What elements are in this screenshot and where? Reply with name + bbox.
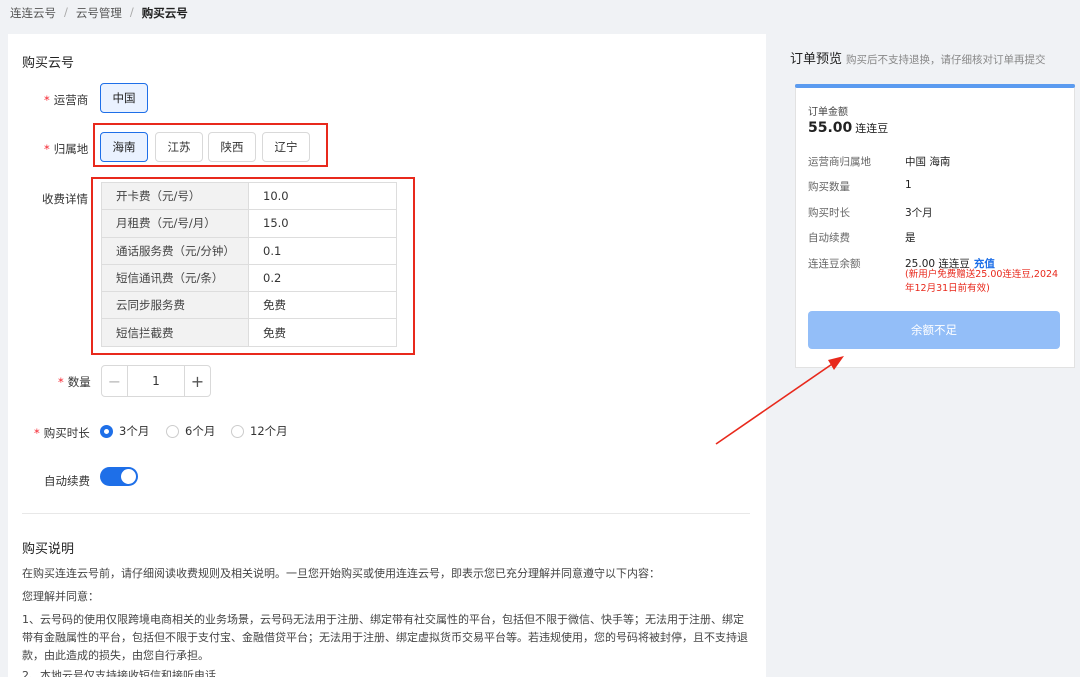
required-mark: *: [44, 93, 50, 107]
purchase-notes-title: 购买说明: [22, 542, 75, 557]
order-row-value: 中国 海南: [905, 156, 951, 168]
order-preview-header: 订单预览 购买后不支持退换，请仔细核对订单再提交: [790, 48, 1080, 67]
duration-option-label: 3个月: [119, 424, 150, 438]
quantity-stepper: − 1 +: [101, 365, 211, 397]
region-option-hainan[interactable]: 海南: [100, 132, 148, 162]
duration-label: * 购买时长: [34, 425, 90, 441]
order-preview-title-text: 订单预览: [790, 52, 843, 67]
fee-row: 月租费（元/号/月） 15.0: [101, 209, 397, 238]
purchase-notes-item-1: 1、云号码的使用仅限跨境电商相关的业务场景，云号码无法用于注册、绑定带有社交属性…: [22, 613, 748, 662]
fee-value: 0.2: [248, 263, 397, 293]
order-row-label: 购买时长: [808, 207, 850, 219]
breadcrumb: 连连云号 / 云号管理 / 购买云号: [10, 5, 188, 21]
divider: [22, 513, 750, 514]
submit-button-insufficient-balance[interactable]: 余额不足: [808, 311, 1060, 349]
region-option-jiangsu[interactable]: 江苏: [155, 132, 203, 162]
quantity-input[interactable]: 1: [128, 366, 184, 396]
breadcrumb-separator: /: [64, 5, 68, 19]
breadcrumb-item[interactable]: 连连云号: [10, 5, 56, 21]
increment-button[interactable]: +: [184, 366, 210, 396]
new-user-promo: (新用户免费赠送25.00连连豆,2024年12月31日前有效): [905, 269, 1059, 294]
duration-option-6-months[interactable]: 6个月: [166, 423, 215, 439]
duration-option-label: 6个月: [185, 424, 216, 438]
fee-value: 0.1: [248, 236, 397, 265]
order-preview-note: 购买后不支持退换，请仔细核对订单再提交: [846, 54, 1046, 66]
region-label-text: 归属地: [53, 142, 89, 156]
order-preview-title: 订单预览 购买后不支持退换，请仔细核对订单再提交: [790, 48, 1080, 67]
fee-row: 短信通讯费（元/条） 0.2: [101, 263, 397, 293]
fee-name: 短信拦截费: [101, 318, 249, 347]
fee-row: 云同步服务费 免费: [101, 291, 397, 320]
fee-name: 月租费（元/号/月）: [101, 209, 249, 238]
carrier-label-text: 运营商: [53, 93, 89, 107]
fee-details-label: 收费详情: [42, 192, 88, 206]
decrement-button[interactable]: −: [102, 366, 128, 396]
required-mark: *: [58, 375, 64, 389]
purchase-notes-intro: 在购买连连云号前，请仔细阅读收费规则及相关说明。一旦您开始购买或使用连连云号，即…: [22, 567, 660, 580]
card-accent-bar: [795, 84, 1075, 88]
region-label: * 归属地: [44, 141, 88, 157]
quantity-label: * 数量: [58, 374, 91, 390]
required-mark: *: [34, 426, 40, 440]
order-row-label: 运营商归属地: [808, 156, 871, 168]
radio-unchecked-icon: [166, 424, 179, 438]
breadcrumb-item[interactable]: 云号管理: [76, 5, 122, 21]
fee-row: 开卡费（元/号） 10.0: [101, 181, 397, 211]
radio-checked-icon: [100, 424, 113, 438]
fee-row: 短信拦截费 免费: [101, 318, 397, 347]
annotation-arrow: [715, 356, 844, 445]
order-amount-value: 55.00: [808, 120, 853, 136]
order-row-value: 1: [905, 179, 912, 191]
order-amount-unit: 连连豆: [855, 122, 889, 135]
fee-name: 通话服务费（元/分钟）: [101, 236, 249, 265]
region-option-liaoning[interactable]: 辽宁: [262, 132, 310, 162]
fee-value: 10.0: [248, 181, 397, 211]
duration-label-text: 购买时长: [43, 426, 90, 440]
duration-option-12-months[interactable]: 12个月: [231, 423, 288, 439]
fee-value: 免费: [248, 291, 397, 320]
required-mark: *: [44, 142, 50, 156]
breadcrumb-current: 购买云号: [141, 6, 188, 20]
fee-row: 通话服务费（元/分钟） 0.1: [101, 236, 397, 265]
carrier-label: * 运营商: [44, 92, 88, 108]
fee-value: 15.0: [248, 209, 397, 238]
fee-value: 免费: [248, 318, 397, 347]
radio-unchecked-icon: [231, 424, 244, 438]
breadcrumb-separator: /: [129, 5, 134, 19]
auto-renew-toggle[interactable]: [100, 467, 138, 486]
order-row-label: 自动续费: [808, 232, 850, 244]
order-row-value: 是: [905, 232, 916, 244]
quantity-label-text: 数量: [67, 375, 91, 389]
region-option-shaanxi[interactable]: 陕西: [208, 132, 256, 162]
order-amount-label: 订单金额: [808, 107, 848, 118]
order-preview-card: 订单金额 55.00 连连豆 运营商归属地 中国 海南 购买数量 1 购买时长 3…: [795, 84, 1075, 368]
order-row-label: 购买数量: [808, 181, 850, 193]
purchase-notes-item-2: 2、本地云号仅支持接收短信和接听电话: [22, 669, 216, 677]
purchase-form-panel: 购买云号 * 运营商 中国 * 归属地 海南 江苏 陕西 辽宁 收费详情 开卡费（元…: [8, 34, 766, 677]
order-row-value: 3个月: [905, 207, 933, 219]
fee-name: 云同步服务费: [101, 291, 249, 320]
balance-label: 连连豆余额: [808, 258, 861, 270]
fee-table: 开卡费（元/号） 10.0 月租费（元/号/月） 15.0 通话服务费（元/分钟） 0…: [101, 181, 397, 347]
carrier-option-china[interactable]: 中国: [100, 83, 148, 113]
duration-option-label: 12个月: [250, 424, 288, 438]
form-title: 购买云号: [22, 56, 75, 71]
duration-option-3-months[interactable]: 3个月: [100, 423, 149, 439]
auto-renew-label: 自动续费: [44, 474, 90, 488]
order-amount: 55.00 连连豆: [808, 120, 888, 136]
purchase-notes-agree: 您理解并同意：: [22, 590, 99, 603]
fee-name: 开卡费（元/号）: [101, 181, 249, 211]
fee-name: 短信通讯费（元/条）: [101, 263, 249, 293]
toggle-knob: [121, 469, 136, 484]
